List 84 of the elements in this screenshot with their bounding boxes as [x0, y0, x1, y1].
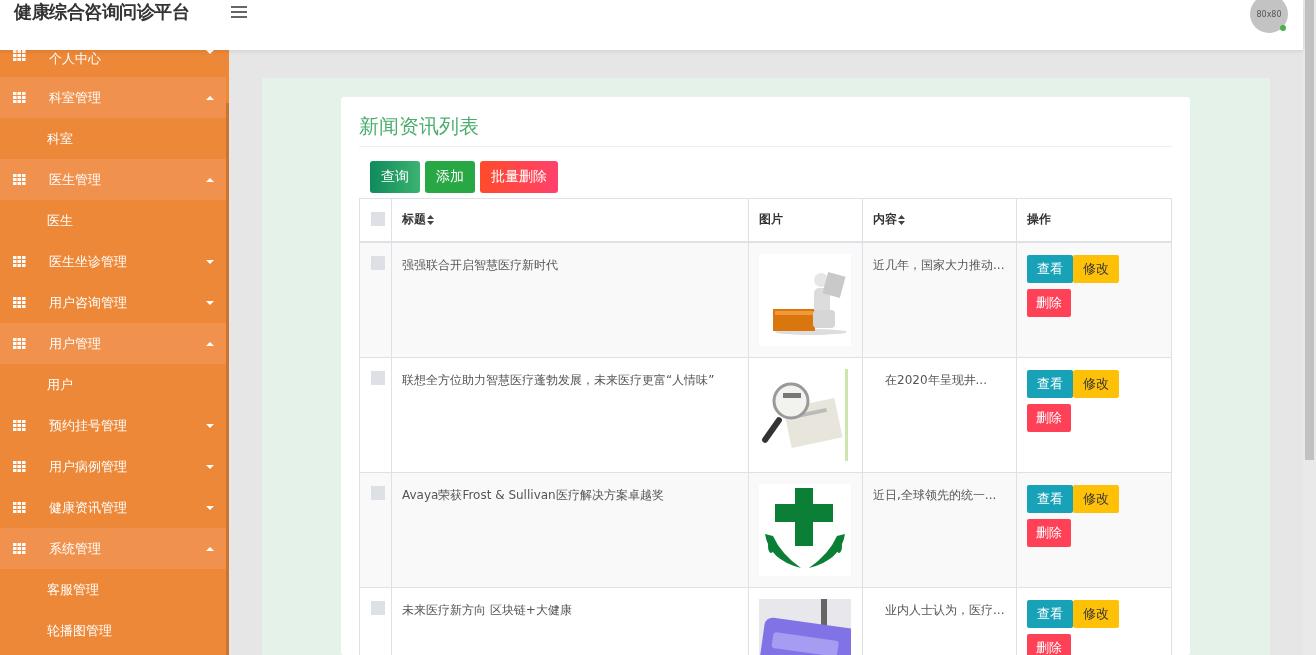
- checkbox[interactable]: [371, 255, 385, 270]
- sidebar-subitem[interactable]: 用户: [0, 364, 226, 405]
- grid-icon: [13, 502, 26, 513]
- grid-icon: [13, 256, 26, 267]
- edit-button[interactable]: 修改: [1073, 599, 1119, 628]
- grid-icon: [13, 338, 26, 349]
- checkbox[interactable]: [371, 600, 385, 615]
- page-title: 新闻资讯列表: [359, 113, 1172, 147]
- news-title: 未来医疗新方向 区块链+大健康: [402, 602, 572, 617]
- menu-label: 个人中心: [49, 50, 102, 68]
- grid-icon: [13, 174, 26, 185]
- sidebar-menu-item[interactable]: 科室管理: [0, 77, 226, 118]
- grid-icon: [13, 92, 26, 103]
- add-button[interactable]: 添加: [425, 161, 475, 193]
- sort-icon: [898, 214, 905, 225]
- view-button[interactable]: 查看: [1027, 254, 1073, 283]
- news-title: 强强联合开启智慧医疗新时代: [402, 257, 558, 272]
- menu-label: 医生坐诊管理: [49, 252, 128, 271]
- sidebar-subitem[interactable]: 医生: [0, 200, 226, 241]
- grid-icon: [13, 420, 26, 431]
- menu-icon: [231, 6, 247, 18]
- menu-label: 用户病例管理: [49, 457, 128, 476]
- delete-button[interactable]: 删除: [1027, 633, 1071, 655]
- sidebar-menu-item[interactable]: 健康资讯管理: [0, 487, 226, 528]
- news-content: 在2020年呈现井...: [884, 372, 987, 387]
- news-content: 近几年，国家大力推动...: [873, 257, 1005, 272]
- news-content: 近日,全球领先的统一...: [873, 487, 997, 502]
- caret-icon: [206, 464, 214, 469]
- sidebar-subitem[interactable]: 轮播图管理: [0, 610, 226, 651]
- sidebar-scrollbar[interactable]: [226, 103, 229, 655]
- menu-label: 用户咨询管理: [49, 293, 128, 312]
- view-button[interactable]: 查看: [1027, 484, 1073, 513]
- caret-icon: [206, 505, 214, 510]
- sidebar-menu-item[interactable]: 医生管理: [0, 159, 226, 200]
- menu-label: 科室管理: [49, 88, 102, 107]
- menu-label: 用户管理: [49, 334, 102, 353]
- scrollbar[interactable]: [1303, 0, 1316, 655]
- edit-button[interactable]: 修改: [1073, 369, 1119, 398]
- menu-label: 医生管理: [49, 170, 102, 189]
- news-content: 业内人士认为，医疗...: [884, 602, 1005, 617]
- grid-icon: [13, 461, 26, 472]
- news-title: Avaya荣获Frost & Sullivan医疗解决方案卓越奖: [402, 487, 664, 502]
- edit-button[interactable]: 修改: [1073, 254, 1119, 283]
- sidebar-menu-item[interactable]: 用户管理: [0, 323, 226, 364]
- checkbox[interactable]: [371, 212, 385, 226]
- caret-icon: [206, 341, 214, 346]
- sidebar-subitem[interactable]: 科室: [0, 118, 226, 159]
- menu-label: 健康资讯管理: [49, 498, 128, 517]
- caret-icon: [206, 546, 214, 551]
- column-header: 操作: [1027, 211, 1051, 229]
- news-title: 联想全方位助力智慧医疗蓬勃发展，未来医疗更富“人情味”: [402, 372, 715, 387]
- view-button[interactable]: 查看: [1027, 369, 1073, 398]
- grid-icon: [13, 543, 26, 554]
- sidebar-menu-item[interactable]: 医生坐诊管理: [0, 241, 226, 282]
- search-button[interactable]: 查询: [370, 161, 420, 193]
- sidebar-menu-item[interactable]: 个人中心: [0, 50, 226, 77]
- caret-icon: [206, 177, 214, 182]
- sidebar-menu-item[interactable]: 用户病例管理: [0, 446, 226, 487]
- caret-icon: [206, 95, 214, 100]
- edit-button[interactable]: 修改: [1073, 484, 1119, 513]
- menu-label: 系统管理: [49, 539, 102, 558]
- delete-button[interactable]: 删除: [1027, 288, 1071, 317]
- sidebar-subitem[interactable]: 客服管理: [0, 569, 226, 610]
- grid-icon: [13, 297, 26, 308]
- sidebar-menu-item[interactable]: 系统管理: [0, 528, 226, 569]
- sidebar-menu-item[interactable]: 用户咨询管理: [0, 282, 226, 323]
- column-header: 图片: [759, 211, 783, 229]
- checkbox[interactable]: [371, 485, 385, 500]
- delete-button[interactable]: 删除: [1027, 403, 1071, 432]
- menu-label: 预约挂号管理: [49, 416, 128, 435]
- caret-icon: [206, 423, 214, 428]
- caret-icon: [206, 259, 214, 264]
- avatar-text: 80x80: [1256, 9, 1282, 19]
- sort-icon: [427, 214, 434, 225]
- delete-button[interactable]: 批量删除: [480, 161, 558, 193]
- column-header[interactable]: 标题: [402, 211, 426, 229]
- view-button[interactable]: 查看: [1027, 599, 1073, 628]
- caret-icon: [206, 300, 214, 305]
- column-header[interactable]: 内容: [873, 211, 897, 229]
- checkbox[interactable]: [371, 370, 385, 385]
- sidebar-menu-item[interactable]: 预约挂号管理: [0, 405, 226, 446]
- app-title: 健康综合咨询问诊平台: [14, 0, 189, 24]
- delete-button[interactable]: 删除: [1027, 518, 1071, 547]
- avatar[interactable]: 80x80: [1250, 0, 1288, 33]
